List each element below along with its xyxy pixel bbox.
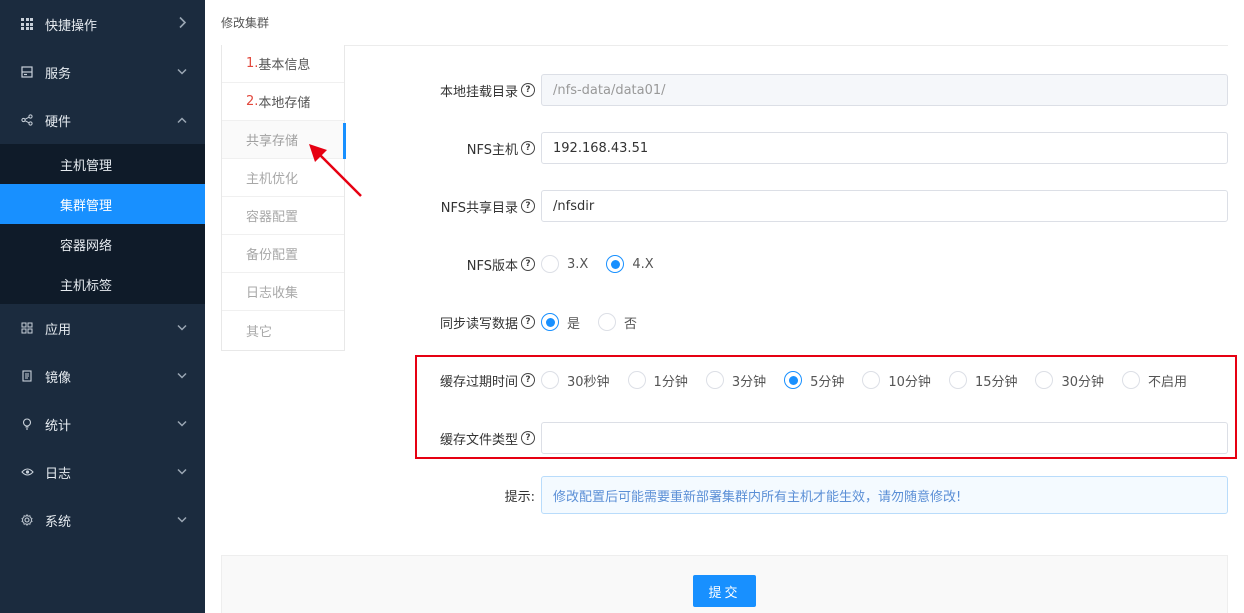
hardware-submenu: 主机管理 集群管理 容器网络 主机标签 [0, 144, 205, 304]
step-label: 备份配置 [246, 248, 299, 263]
step-container-config[interactable]: 容器配置 [222, 197, 344, 235]
step-label: 本地存储 [258, 96, 311, 111]
mount-dir-label: 本地挂载目录 [439, 84, 518, 100]
page-title: 修改集群 [221, 16, 270, 30]
step-label: 容器配置 [246, 210, 299, 225]
annotation-highlight-box [415, 355, 1237, 459]
step-label: 共享存储 [246, 134, 299, 149]
nfs-version-radio-group: 3.X 4.X [541, 255, 672, 273]
mount-dir-input[interactable]: /nfs-data/data01/ [541, 74, 1228, 106]
radio-dot [598, 313, 617, 331]
form-row-hint: 提示: 修改配置后可能需要重新部署集群内所有主机才能生效，请勿随意修改! [360, 476, 1228, 514]
sidebar-item-apps[interactable]: 应用 [0, 304, 205, 352]
bulb-icon [20, 417, 34, 431]
sidebar-item-label: 硬件 [45, 114, 72, 130]
sidebar-subitem-host-tags[interactable]: 主机标签 [0, 264, 205, 304]
hint-message: 修改配置后可能需要重新部署集群内所有主机才能生效，请勿随意修改! [541, 476, 1228, 514]
title-divider [221, 45, 1228, 46]
chevron-down-icon [177, 66, 187, 79]
nfs-share-input[interactable]: /nfsdir [541, 190, 1228, 222]
step-number: 1. [246, 56, 259, 71]
sidebar-item-system[interactable]: 系统 [0, 496, 205, 544]
sidebar-item-hardware[interactable]: 硬件 [0, 96, 205, 144]
chevron-down-icon [177, 418, 187, 431]
nfs-share-label: NFS共享目录 [440, 200, 518, 216]
sync-rw-option-no[interactable]: 否 [598, 313, 637, 332]
step-backup-config[interactable]: 备份配置 [222, 235, 344, 273]
step-label: 其它 [246, 324, 273, 340]
help-icon[interactable]: ? [521, 83, 535, 97]
sidebar: 快捷操作 服务 硬件 主机管理 集群管理 容器网络 主机标签 应用 镜像 统计 … [0, 0, 205, 613]
nfs-version-option-3x[interactable]: 3.X [541, 255, 588, 273]
sidebar-subitem-cluster-management[interactable]: 集群管理 [0, 184, 205, 224]
help-icon[interactable]: ? [521, 199, 535, 213]
sidebar-item-label: 快捷操作 [45, 18, 98, 34]
sidebar-item-services[interactable]: 服务 [0, 48, 205, 96]
form-row-nfs-share: NFS共享目录? /nfsdir [360, 189, 1228, 223]
sidebar-item-stats[interactable]: 统计 [0, 400, 205, 448]
help-icon[interactable]: ? [521, 315, 535, 329]
sidebar-item-logs[interactable]: 日志 [0, 448, 205, 496]
sidebar-item-label: 服务 [45, 66, 72, 82]
grid-icon [20, 17, 34, 31]
eye-icon [20, 465, 34, 479]
step-label: 日志收集 [246, 286, 299, 301]
form-row-nfs-host: NFS主机? 192.168.43.51 [360, 131, 1228, 165]
sync-rw-option-yes[interactable]: 是 [541, 313, 580, 332]
chevron-down-icon [177, 322, 187, 335]
sidebar-subitem-container-network[interactable]: 容器网络 [0, 224, 205, 264]
form-row-nfs-version: NFS版本? 3.X 4.X [360, 247, 1228, 281]
sidebar-item-label: 统计 [45, 418, 72, 434]
sidebar-item-quick-actions[interactable]: 快捷操作 [0, 0, 205, 48]
help-icon[interactable]: ? [521, 141, 535, 155]
sidebar-item-label: 镜像 [45, 370, 72, 386]
sync-rw-label: 同步读写数据 [439, 316, 518, 332]
apps-icon [20, 321, 34, 335]
share-icon [20, 113, 34, 127]
gear-icon [20, 513, 34, 527]
step-label: 主机优化 [246, 172, 299, 187]
sidebar-subitem-host-management[interactable]: 主机管理 [0, 144, 205, 184]
step-local-storage[interactable]: 2. 本地存储 [222, 83, 344, 121]
chevron-up-icon [177, 114, 187, 127]
hint-label: 提示: [504, 489, 535, 505]
nfs-host-input[interactable]: 192.168.43.51 [541, 132, 1228, 164]
nfs-version-option-4x[interactable]: 4.X [606, 255, 654, 273]
chevron-down-icon [177, 514, 187, 527]
sync-rw-radio-group: 是 否 [541, 313, 655, 332]
step-label: 基本信息 [258, 58, 311, 73]
chevron-right-icon [179, 16, 187, 32]
radio-dot [541, 313, 559, 331]
sidebar-item-label: 系统 [45, 514, 72, 530]
chevron-down-icon [177, 466, 187, 479]
radio-dot [541, 255, 559, 273]
server-icon [20, 65, 34, 79]
radio-dot [606, 255, 625, 273]
form-row-mount-dir: 本地挂载目录? /nfs-data/data01/ [360, 73, 1228, 107]
form-row-sync-rw: 同步读写数据? 是 否 [360, 305, 1228, 339]
annotation-arrow-icon [309, 144, 362, 197]
step-log-collection[interactable]: 日志收集 [222, 273, 344, 311]
step-number: 2. [246, 94, 259, 109]
sidebar-item-images[interactable]: 镜像 [0, 352, 205, 400]
submit-button[interactable]: 提交 [693, 575, 756, 607]
sidebar-item-label: 应用 [45, 322, 72, 338]
nfs-host-label: NFS主机 [466, 142, 518, 158]
step-other[interactable]: 其它 [222, 311, 344, 349]
file-icon [20, 369, 34, 383]
sidebar-item-label: 日志 [45, 466, 72, 482]
help-icon[interactable]: ? [521, 257, 535, 271]
chevron-down-icon [177, 370, 187, 383]
nfs-version-label: NFS版本 [466, 258, 518, 274]
step-basic-info[interactable]: 1. 基本信息 [222, 45, 344, 83]
